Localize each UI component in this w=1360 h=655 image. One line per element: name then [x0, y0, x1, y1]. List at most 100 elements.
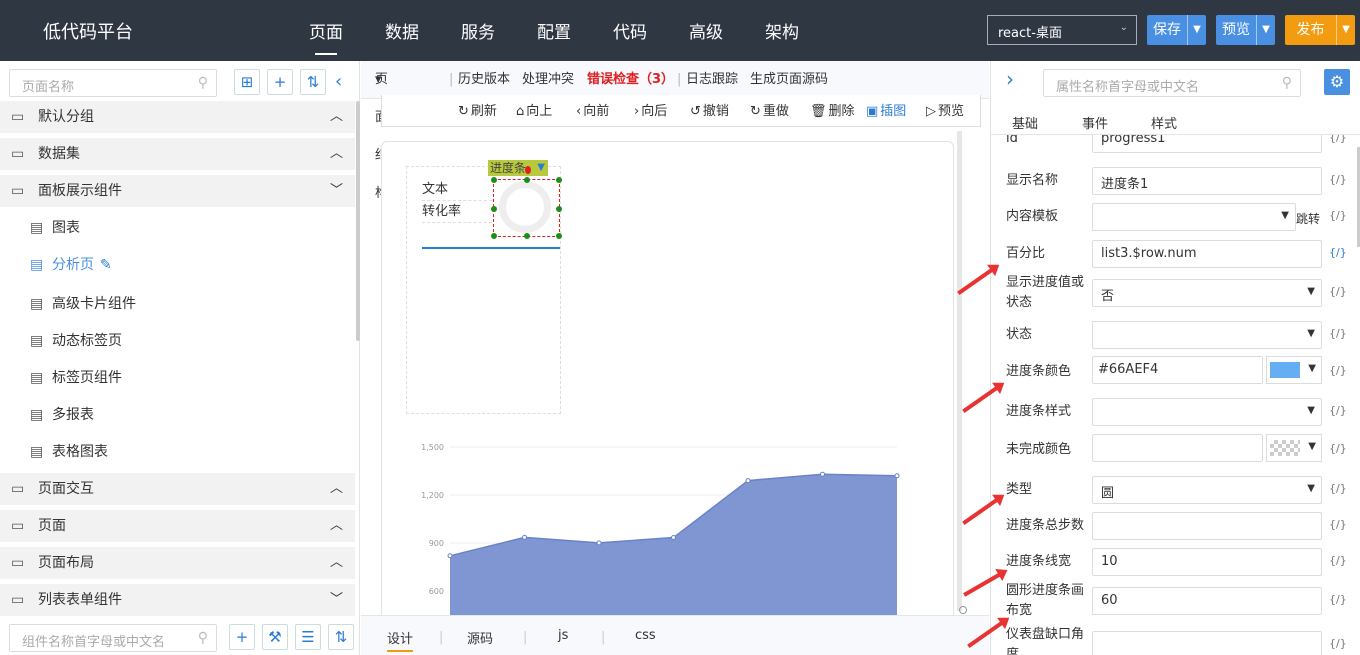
- tab-css[interactable]: css: [635, 628, 656, 643]
- page-structure-menu[interactable]: 页面结构 ▾: [375, 61, 388, 201]
- add-icon[interactable]: +: [267, 69, 293, 95]
- expression-button[interactable]: {/}: [1329, 593, 1347, 606]
- sort-icon[interactable]: ⇅: [300, 69, 326, 95]
- redo-button[interactable]: ↻ 重做: [750, 100, 789, 119]
- resize-handle[interactable]: [524, 177, 530, 183]
- history-link[interactable]: 历史版本: [458, 61, 510, 99]
- nav-architecture[interactable]: 架构: [765, 18, 799, 43]
- data-point[interactable]: [596, 540, 602, 546]
- expression-button[interactable]: {/}: [1329, 209, 1347, 222]
- nav-data[interactable]: 数据: [385, 18, 419, 43]
- tab-source[interactable]: 源码: [467, 628, 493, 647]
- resize-handle[interactable]: [556, 177, 562, 183]
- nav-advanced[interactable]: 高级: [689, 18, 723, 43]
- expression-button[interactable]: {/}: [1329, 173, 1347, 186]
- list-item[interactable]: ▤ 表格图表: [0, 436, 355, 468]
- sort-icon[interactable]: ⇅: [328, 624, 354, 650]
- collapse-right-icon[interactable]: ›: [1006, 67, 1014, 91]
- data-point[interactable]: [745, 478, 751, 484]
- list-item[interactable]: ▤ 图表: [0, 212, 355, 244]
- tab-design[interactable]: 设计: [387, 628, 414, 652]
- group-default[interactable]: ▭ 默认分组 ︿: [0, 101, 355, 133]
- caret-down-icon[interactable]: ▼: [1256, 15, 1275, 45]
- display-name-field[interactable]: 进度条1: [1092, 167, 1322, 195]
- jump-button[interactable]: 跳转: [1296, 210, 1320, 227]
- expression-button[interactable]: {/}: [1329, 482, 1347, 495]
- nav-config[interactable]: 配置: [537, 18, 571, 43]
- list-item[interactable]: ▤ 高级卡片组件: [0, 288, 355, 320]
- expression-button[interactable]: {/}: [1329, 518, 1347, 531]
- caret-down-icon[interactable]: ▼: [1187, 15, 1206, 45]
- list-item-active[interactable]: ▤ 分析页 ✎: [0, 249, 355, 281]
- id-field[interactable]: progress1: [1092, 135, 1322, 153]
- circle-width-field[interactable]: 60: [1092, 587, 1322, 615]
- resize-handle[interactable]: [556, 233, 562, 239]
- generate-source-link[interactable]: 生成页面源码: [750, 61, 828, 99]
- progress-selection-box[interactable]: [491, 166, 562, 239]
- content-template-select[interactable]: ▼: [1092, 203, 1296, 231]
- resize-handle[interactable]: [491, 233, 497, 239]
- up-button[interactable]: ⌂ 向上: [516, 100, 552, 119]
- expression-button[interactable]: {/}: [1329, 554, 1347, 567]
- resize-handle[interactable]: [491, 206, 497, 212]
- resize-handle[interactable]: [491, 177, 497, 183]
- status-select[interactable]: ▼: [1092, 321, 1322, 349]
- edit-icon[interactable]: ✎: [100, 249, 112, 281]
- trail-color-field[interactable]: [1092, 434, 1263, 462]
- show-progress-select[interactable]: 否 ▼: [1092, 279, 1322, 307]
- page-search-input[interactable]: 页面名称 ⚲: [9, 69, 217, 97]
- tab-events[interactable]: 事件: [1082, 113, 1108, 132]
- tab-styles[interactable]: 样式: [1151, 113, 1177, 132]
- tab-basic[interactable]: 基础: [1012, 113, 1038, 132]
- collapse-left-icon[interactable]: ‹: [335, 71, 342, 92]
- undo-button[interactable]: ↺ 撤销: [690, 100, 729, 119]
- save-button[interactable]: 保存 ▼: [1147, 15, 1206, 45]
- type-select[interactable]: 圆 ▼: [1092, 476, 1322, 504]
- expression-button[interactable]: {/}: [1329, 246, 1347, 259]
- scroll-thumb-icon[interactable]: [959, 606, 967, 614]
- resize-handle[interactable]: [524, 233, 530, 239]
- publish-button[interactable]: 发布 ▼: [1285, 15, 1355, 45]
- gear-icon[interactable]: ⚙: [1324, 69, 1350, 95]
- env-select[interactable]: react-桌面 ⌄: [987, 15, 1137, 45]
- nav-service[interactable]: 服务: [461, 18, 495, 43]
- gap-degree-field[interactable]: [1092, 631, 1322, 655]
- stroke-width-field[interactable]: 10: [1092, 548, 1322, 576]
- nav-code[interactable]: 代码: [613, 18, 647, 43]
- color-picker[interactable]: ▼: [1266, 356, 1322, 384]
- list-item[interactable]: ▤ 动态标签页: [0, 325, 355, 357]
- scrollbar[interactable]: [356, 101, 360, 341]
- add-icon[interactable]: +: [229, 624, 255, 650]
- expression-button[interactable]: {/}: [1329, 285, 1347, 298]
- expression-button[interactable]: {/}: [1329, 637, 1347, 650]
- refresh-button[interactable]: ↻ 刷新: [458, 100, 497, 119]
- data-point[interactable]: [671, 535, 676, 541]
- group-list-form[interactable]: ▭ 列表表单组件 ﹀: [0, 584, 355, 616]
- resize-handle[interactable]: [556, 206, 562, 212]
- tab-js[interactable]: js: [558, 628, 568, 643]
- preview-toolbar-button[interactable]: ▷ 预览: [926, 100, 964, 119]
- expression-button[interactable]: {/}: [1329, 135, 1347, 144]
- wrench-icon[interactable]: ⚒: [262, 624, 288, 650]
- forward-button[interactable]: ‹ 向前: [576, 100, 609, 119]
- indent-icon[interactable]: ☰: [295, 624, 321, 650]
- group-page[interactable]: ▭ 页面 ︿: [0, 510, 355, 542]
- component-search-input[interactable]: 组件名称首字母或中文名 ⚲: [9, 624, 217, 652]
- error-check-link[interactable]: 错误检查（3）: [587, 61, 674, 99]
- group-page-layout[interactable]: ▭ 页面布局 ︿: [0, 547, 355, 579]
- steps-field[interactable]: [1092, 512, 1322, 540]
- data-point[interactable]: [522, 534, 527, 540]
- percent-field[interactable]: list3.$row.num: [1092, 240, 1322, 268]
- log-trace-link[interactable]: 日志跟踪: [686, 61, 738, 99]
- progress-color-field[interactable]: #66AEF4: [1092, 356, 1263, 384]
- expression-button[interactable]: {/}: [1329, 404, 1347, 417]
- color-picker[interactable]: ▼: [1266, 434, 1322, 462]
- group-page-interaction[interactable]: ▭ 页面交互 ︿: [0, 473, 355, 505]
- list-item[interactable]: ▤ 多报表: [0, 399, 355, 431]
- caret-down-icon[interactable]: ▼: [1336, 15, 1355, 45]
- property-search-input[interactable]: 属性名称首字母或中文名 ⚲: [1043, 69, 1301, 97]
- resolve-conflict-link[interactable]: 处理冲突: [522, 61, 574, 99]
- expression-button[interactable]: {/}: [1329, 327, 1347, 340]
- caret-down-icon[interactable]: ▼: [537, 160, 545, 176]
- rotate-handle[interactable]: [525, 166, 531, 174]
